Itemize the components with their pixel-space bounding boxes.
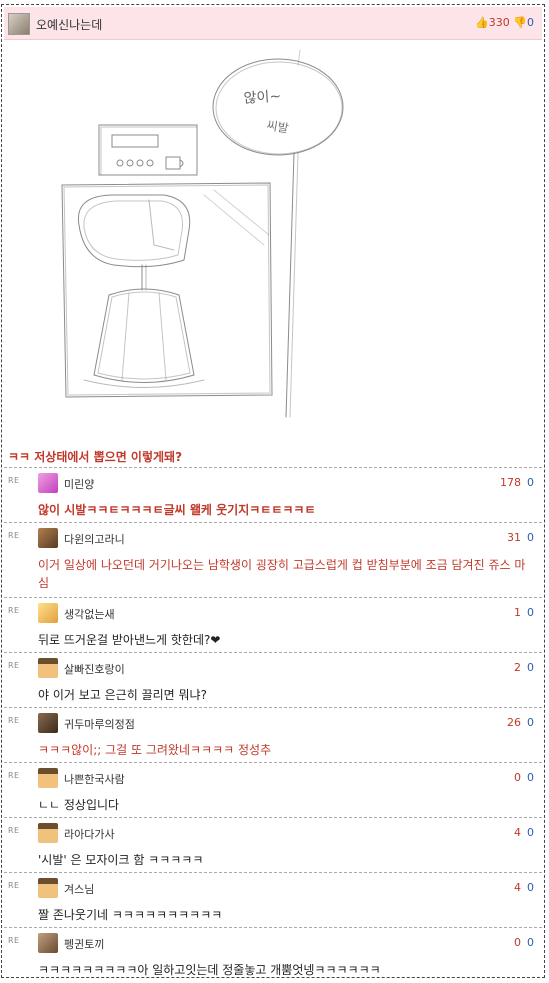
comment-score: 20 xyxy=(514,661,534,674)
comment-score: 26 0 xyxy=(507,716,534,729)
commenter-nick[interactable]: 펭귄토끼 xyxy=(64,936,104,952)
comment-text: ㅋㅋㅋ않이;; 그걸 또 그려왔네ㅋㅋㅋㅋ 정성추 xyxy=(38,743,272,757)
comment-downvotes[interactable]: 0 xyxy=(527,606,534,619)
reply-icon: RE xyxy=(8,716,20,725)
reply-icon: RE xyxy=(8,606,20,615)
thumbs-up-icon[interactable]: 👍 xyxy=(475,16,489,29)
commenter-nick[interactable]: 귀두마루의정점 xyxy=(64,716,135,732)
reply-icon: RE xyxy=(8,881,20,890)
comment-item: RE 다윈의고라니 31 0 이거 일상에 나오던데 거기나오는 남학생이 굉장히… xyxy=(4,522,542,598)
comment-upvotes[interactable]: 0 xyxy=(514,936,521,949)
post-author[interactable]: 오예신나는데 xyxy=(36,16,102,33)
comment-text: 야 이거 보고 은근히 끌리면 뭐냐? xyxy=(38,688,207,702)
post-header: 오예신나는데 👍330 👎0 xyxy=(4,7,542,40)
comment-score: 40 xyxy=(514,826,534,839)
commenter-nick[interactable]: 살빠진호랑이 xyxy=(64,661,125,677)
sketch-text-line1: 않이~ xyxy=(243,88,282,107)
comment-downvotes[interactable]: 0 xyxy=(527,716,534,729)
commenter-nick[interactable]: 겨스님 xyxy=(64,881,94,897)
commenter-avatar[interactable] xyxy=(38,658,58,678)
comment-score: 00 xyxy=(514,771,534,784)
comment-upvotes[interactable]: 31 xyxy=(507,531,521,544)
comment-item: RE 나쁜한국사람 00 ㄴㄴ 정상입니다 xyxy=(4,762,542,818)
reply-icon: RE xyxy=(8,476,20,485)
sketch-pole xyxy=(285,152,295,418)
comment-score: 10 xyxy=(514,606,534,619)
commenter-nick[interactable]: 미린양 xyxy=(64,476,94,492)
comment-text: 이거 일상에 나오던데 거기나오는 남학생이 굉장히 고급스럽게 컵 받침부분에… xyxy=(38,558,526,590)
comment-upvotes[interactable]: 26 xyxy=(507,716,521,729)
comment-upvotes[interactable]: 4 xyxy=(514,826,521,839)
commenter-nick[interactable]: 라아다가사 xyxy=(64,826,115,842)
comment-text: 않이 시발ㅋㅋㅌㅋㅋㅋㅌ글씨 왤케 웃기지ㅋㅌㅌㅋㅋㅌ xyxy=(38,503,316,517)
commenter-nick[interactable]: 다윈의고라니 xyxy=(64,531,125,547)
post-title: ㅋㅋ 저상태에서 뽑으면 이렇게돼? xyxy=(8,450,183,464)
comment-upvotes[interactable]: 4 xyxy=(514,881,521,894)
reply-icon: RE xyxy=(8,826,20,835)
commenter-avatar[interactable] xyxy=(38,768,58,788)
commenter-avatar[interactable] xyxy=(38,823,58,843)
comment-item: RE 겨스님 40 짤 존나웃기네 ㅋㅋㅋㅋㅋㅋㅋㅋㅋㅋ xyxy=(4,872,542,928)
comment-upvotes[interactable]: 1 xyxy=(514,606,521,619)
comment-upvotes[interactable]: 178 xyxy=(500,476,521,489)
comment-text: '시발' 은 모자이크 함 ㅋㅋㅋㅋㅋ xyxy=(38,853,204,867)
comment-score: 31 0 xyxy=(507,531,534,544)
reply-icon: RE xyxy=(8,531,20,540)
comment-item: RE 살빠진호랑이 20 야 이거 보고 은근히 끌리면 뭐냐? xyxy=(4,652,542,708)
comment-item: RE 펭귄토끼 00 ㅋㅋㅋㅋㅋㅋㅋㅋㅋ아 일하고잇는데 정줄놓고 개뿜엇넹ㅋㅋ… xyxy=(4,927,542,978)
commenter-avatar[interactable] xyxy=(38,603,58,623)
comment-downvotes[interactable]: 0 xyxy=(527,771,534,784)
post-frame: 오예신나는데 👍330 👎0 않이~ 씨발 ㅋㅋ 저상태에서 뽑으면 이렇게돼?… xyxy=(1,4,545,978)
comment-text: ㅋㅋㅋㅋㅋㅋㅋㅋㅋ아 일하고잇는데 정줄놓고 개뿜엇넹ㅋㅋㅋㅋㅋㅋ xyxy=(38,963,381,977)
comment-item: RE 생각없는새 10 뒤로 뜨거운걸 받아낸느게 핫한데?❤ xyxy=(4,597,542,653)
comment-downvotes[interactable]: 0 xyxy=(527,826,534,839)
comment-score: 178 0 xyxy=(500,476,534,489)
comment-item: RE 라아다가사 40 '시발' 은 모자이크 함 ㅋㅋㅋㅋㅋ xyxy=(4,817,542,873)
downvote-count: 0 xyxy=(527,16,534,29)
comment-text: 짤 존나웃기네 ㅋㅋㅋㅋㅋㅋㅋㅋㅋㅋ xyxy=(38,908,223,922)
comment-downvotes[interactable]: 0 xyxy=(527,936,534,949)
commenter-avatar[interactable] xyxy=(38,933,58,953)
reply-icon: RE xyxy=(8,661,20,670)
post-votes: 👍330 👎0 xyxy=(475,16,534,29)
comment-score: 40 xyxy=(514,881,534,894)
upvote-count: 330 xyxy=(488,16,510,29)
comment-item: RE 미린양 178 0 않이 시발ㅋㅋㅌㅋㅋㅋㅌ글씨 왤케 웃기지ㅋㅌㅌㅋㅋㅌ xyxy=(4,467,542,523)
comment-score: 00 xyxy=(514,936,534,949)
commenter-avatar[interactable] xyxy=(38,713,58,733)
comment-upvotes[interactable]: 0 xyxy=(514,771,521,784)
commenter-avatar[interactable] xyxy=(38,528,58,548)
commenter-avatar[interactable] xyxy=(38,878,58,898)
author-avatar[interactable] xyxy=(8,13,30,35)
comment-text: ㄴㄴ 정상입니다 xyxy=(38,798,120,812)
comment-downvotes[interactable]: 0 xyxy=(527,661,534,674)
thumbs-down-icon[interactable]: 👎 xyxy=(513,16,527,29)
comment-text: 뒤로 뜨거운걸 받아낸느게 핫한데?❤ xyxy=(38,633,221,647)
comment-downvotes[interactable]: 0 xyxy=(527,531,534,544)
post-sketch-image: 않이~ 씨발 xyxy=(61,49,344,418)
commenter-nick[interactable]: 생각없는새 xyxy=(64,606,115,622)
reply-icon: RE xyxy=(8,771,20,780)
comment-downvotes[interactable]: 0 xyxy=(527,881,534,894)
comment-downvotes[interactable]: 0 xyxy=(527,476,534,489)
comment-item: RE 귀두마루의정점 26 0 ㅋㅋㅋ않이;; 그걸 또 그려왔네ㅋㅋㅋㅋ 정성추 xyxy=(4,707,542,763)
reply-icon: RE xyxy=(8,936,20,945)
commenter-nick[interactable]: 나쁜한국사람 xyxy=(64,771,125,787)
sketch-text-line2: 씨발 xyxy=(265,118,289,136)
comment-upvotes[interactable]: 2 xyxy=(514,661,521,674)
commenter-avatar[interactable] xyxy=(38,473,58,493)
